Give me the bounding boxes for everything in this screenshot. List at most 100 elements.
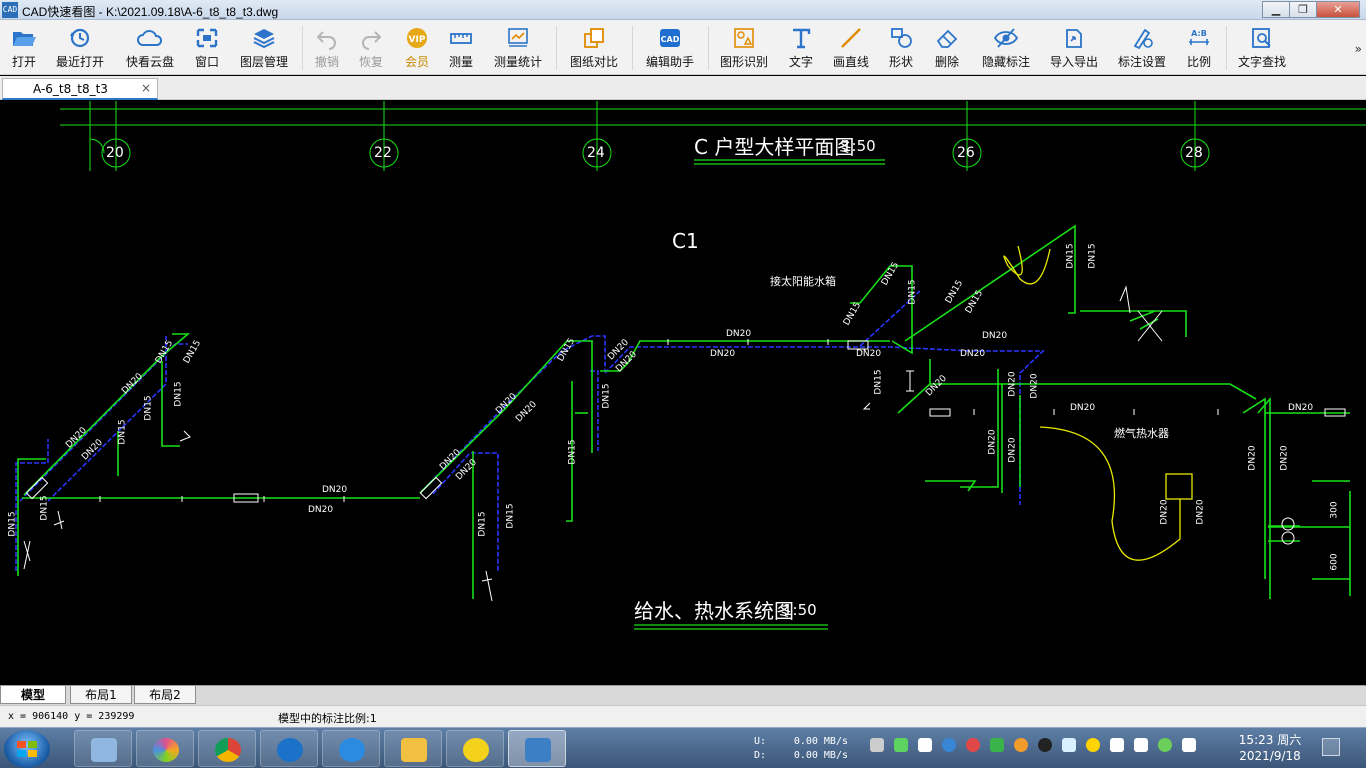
layout-tabs: 模型 布局1 布局2 [0,685,1366,705]
e-browser-icon [277,738,303,762]
shield-icon[interactable] [990,738,1004,752]
main-toolbar: 打开 最近打开 快看云盘 窗口 图层管理 撤销 恢复 VIP 会员 测量 测量统… [0,20,1366,75]
measure-label: 测量 [448,55,473,69]
tab-model[interactable]: 模型 [0,686,66,704]
scale-button[interactable]: A:B 比例 [1182,20,1216,75]
toolbar-divider [632,26,633,70]
compare-sheets-label: 图纸对比 [569,55,618,69]
cloud-icon [137,30,163,46]
delete-button[interactable]: 删除 [930,20,964,75]
x-tool-icon [463,738,489,762]
minimize-icon: ▁ [1271,3,1281,16]
toolbar-divider [708,26,709,70]
shape-recognize-button[interactable]: 图形识别 [716,20,772,75]
pipe-label: DN20 [1279,445,1290,471]
tab-layout-2[interactable]: 布局2 [134,686,196,704]
chrome-icon [215,738,241,762]
tab-layout-1[interactable]: 布局1 [70,686,132,704]
redo-button[interactable]: 恢复 [354,20,388,75]
taskbar-cad-viewer[interactable] [508,730,566,767]
check-icon[interactable] [1062,738,1076,752]
title-bar: CAD CAD快速看图 - K:\2021.09.18\A-6_t8_t8_t3… [0,0,1366,20]
draw-line-icon [841,28,861,48]
taskbar-file-explorer[interactable] [384,730,442,767]
pipe-label: DN15 [39,495,50,521]
close-icon: ✕ [1333,3,1343,16]
window-title: CAD快速看图 - K:\2021.09.18\A-6_t8_t8_t3.dwg [22,5,279,19]
taskbar-x-tool[interactable] [446,730,504,767]
restore-button[interactable]: ❐ [1289,1,1317,18]
cad-viewer-icon [525,738,551,762]
edit-assistant-label: 编辑助手 [645,55,694,69]
taskbar-photo-viewer[interactable] [136,730,194,767]
clock-tray-icon[interactable] [1014,738,1028,752]
hide-eye-icon [993,28,1019,48]
annotation-settings-icon [1133,28,1153,50]
system-scale: 1:50 [783,601,817,619]
feather-app-icon [339,738,365,762]
document-tab[interactable]: A-6_t8_t8_t3 × [2,78,158,100]
close-tab-icon[interactable]: × [141,81,151,95]
import-export-icon [1066,29,1082,48]
layer-manager-button[interactable]: 图层管理 [236,20,292,75]
minimize-button[interactable]: ▁ [1262,1,1290,18]
calculator-icon [91,738,117,762]
svg-text:A:B: A:B [1191,29,1207,38]
gas-heater-label: 燃气热水器 [1114,427,1169,440]
wechat-icon[interactable] [1158,738,1172,752]
pen-icon[interactable] [918,738,932,752]
annotation-settings-button[interactable]: 标注设置 [1114,20,1170,75]
start-button[interactable] [4,730,50,768]
draw-line-button[interactable]: 画直线 [830,20,872,75]
shapes-label: 形状 [888,55,913,69]
axis-label-20: 20 [106,145,124,161]
window-button[interactable]: 窗口 [190,20,224,75]
taskbar-feather-app[interactable] [322,730,380,767]
download-speed: 0.00 MB/s [793,750,848,761]
pipe-label: DN20 [726,329,752,339]
open-label: 打开 [11,55,36,69]
shapes-button[interactable]: 形状 [884,20,918,75]
pipe-label: DN20 [710,349,736,359]
measure-button[interactable]: 测量 [444,20,478,75]
recent-button[interactable]: 最近打开 [52,20,108,75]
volume-icon[interactable] [1110,738,1124,752]
system-tray [870,738,1206,758]
feather-tray-icon[interactable] [942,738,956,752]
battery-icon[interactable] [894,738,908,752]
edit-assistant-button[interactable]: CAD 编辑助手 [642,20,698,75]
svg-text:CAD: CAD [661,35,680,44]
signal-icon[interactable] [1182,738,1196,752]
show-desktop-button[interactable] [1322,738,1340,756]
drawing-canvas[interactable]: 20 22 24 26 28 C 户型大样平面图 1:50 C1 给水、热水系统… [0,101,1366,685]
taskbar-chrome[interactable] [198,730,256,767]
toolbar-overflow-icon[interactable]: » [1355,42,1362,56]
taskbar-e-browser[interactable] [260,730,318,767]
close-button[interactable]: ✕ [1316,1,1360,18]
measure-stats-button[interactable]: 测量统计 [490,20,546,75]
photo-viewer-icon [153,738,179,762]
cloud-drive-button[interactable]: 快看云盘 [122,20,178,75]
open-button[interactable]: 打开 [6,20,42,75]
undo-button[interactable]: 撤销 [310,20,344,75]
plus-icon[interactable] [1086,738,1100,752]
hot-water-pipes [15,290,1045,571]
text-search-button[interactable]: 文字查找 [1234,20,1290,75]
import-export-button[interactable]: 导入导出 [1046,20,1102,75]
pipe-label: DN20 [1195,499,1206,525]
taskbar-calculator[interactable] [74,730,132,767]
keyboard-icon[interactable] [870,738,884,752]
pipe-label: DN20 [322,485,348,495]
text-button[interactable]: 文字 [784,20,818,75]
compare-sheets-button[interactable]: 图纸对比 [566,20,622,75]
vip-member-button[interactable]: VIP 会员 [400,20,434,75]
pipe-label: DN20 [1007,371,1018,397]
qq-icon[interactable] [1038,738,1052,752]
system-clock[interactable]: 15:23 周六 2021/9/18 [1232,732,1308,764]
hide-annotations-button[interactable]: 隐藏标注 [978,20,1034,75]
annotation-settings-label: 标注设置 [1117,55,1166,69]
chrome-tray-icon[interactable] [966,738,980,752]
vip-member-label: 会员 [404,55,429,69]
flag-icon[interactable] [1134,738,1148,752]
edit-assistant-icon: CAD [660,29,680,47]
